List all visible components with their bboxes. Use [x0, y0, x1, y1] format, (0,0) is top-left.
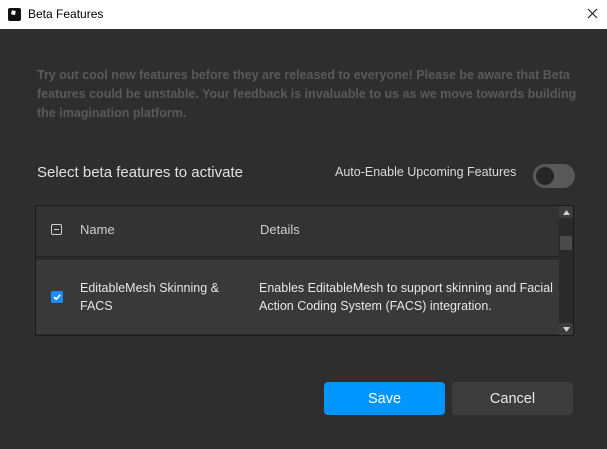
vertical-scrollbar[interactable] [559, 206, 573, 335]
scroll-thumb[interactable] [560, 236, 572, 250]
close-icon [587, 6, 598, 24]
column-header-name[interactable]: Name [80, 222, 115, 237]
close-button[interactable] [577, 0, 607, 29]
title-bar: Beta Features [0, 0, 607, 29]
beta-features-dialog: Beta Features Try out cool new features … [0, 0, 607, 449]
auto-enable-label: Auto-Enable Upcoming Features [335, 165, 517, 179]
scroll-up-button[interactable] [559, 206, 573, 218]
feature-details: Enables EditableMesh to support skinning… [259, 281, 553, 313]
table-row[interactable]: EditableMesh Skinning & FACS Enables Edi… [36, 260, 560, 334]
scroll-down-button[interactable] [559, 323, 573, 335]
cancel-button[interactable]: Cancel [452, 382, 573, 415]
checkmark-icon [53, 294, 61, 301]
arrow-down-icon [562, 326, 570, 332]
window-title: Beta Features [28, 7, 104, 21]
select-features-label: Select beta features to activate [37, 164, 243, 181]
arrow-up-icon [562, 209, 570, 215]
save-button[interactable]: Save [324, 382, 445, 415]
auto-enable-toggle[interactable] [533, 164, 575, 188]
table-header: Name Details [36, 206, 560, 257]
toggle-knob [536, 167, 554, 185]
roblox-studio-icon [8, 8, 21, 21]
feature-name: EditableMesh Skinning & FACS [80, 281, 219, 313]
beta-features-table: Name Details EditableMesh Skinning & FAC… [35, 205, 574, 336]
feature-checkbox[interactable] [51, 291, 63, 303]
intro-text: Try out cool new features before they ar… [37, 68, 577, 120]
column-header-details[interactable]: Details [260, 222, 300, 237]
select-all-checkbox[interactable] [51, 224, 62, 235]
